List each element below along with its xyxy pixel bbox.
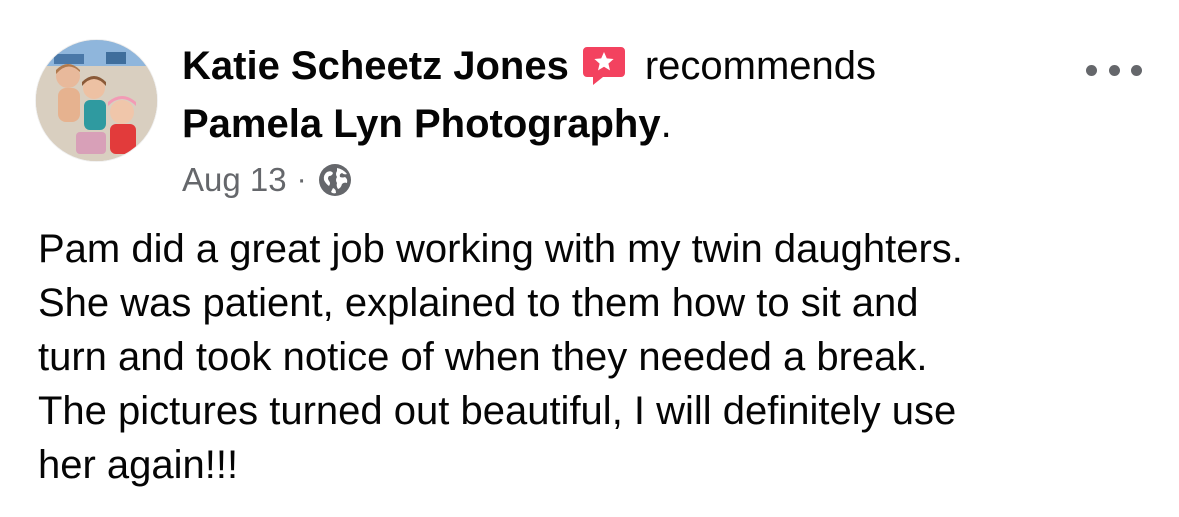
post-body-line: her again!!! bbox=[38, 443, 239, 487]
post-body-line: Pam did a great job working with my twin… bbox=[38, 227, 963, 271]
post-header: Katie Scheetz Jones recommends Pamela Ly… bbox=[182, 38, 1062, 202]
page-name-period: . bbox=[660, 102, 672, 146]
post-body: Pam did a great job working with my twin… bbox=[38, 222, 1158, 492]
star-speech-bubble-icon bbox=[581, 43, 627, 89]
header-line: Katie Scheetz Jones recommends bbox=[182, 38, 1062, 94]
globe-icon[interactable] bbox=[317, 162, 353, 198]
recommends-label: recommends bbox=[644, 44, 877, 88]
meta-separator: · bbox=[296, 163, 307, 196]
avatar[interactable] bbox=[36, 40, 157, 161]
author-name[interactable]: Katie Scheetz Jones bbox=[182, 38, 569, 94]
avatar-photo bbox=[36, 40, 157, 161]
post-body-line: She was patient, explained to them how t… bbox=[38, 281, 919, 325]
post-date[interactable]: Aug 13 bbox=[182, 161, 287, 199]
post-body-line: turn and took notice of when they needed… bbox=[38, 335, 928, 379]
more-options-icon[interactable] bbox=[1086, 56, 1142, 84]
page-line: Pamela Lyn Photography. bbox=[182, 94, 1062, 154]
page-name-link[interactable]: Pamela Lyn Photography bbox=[182, 102, 661, 146]
more-dot bbox=[1086, 64, 1097, 76]
post-body-line: The pictures turned out beautiful, I wil… bbox=[38, 389, 957, 433]
post-meta: Aug 13 · bbox=[182, 158, 1062, 202]
more-dot bbox=[1131, 64, 1142, 76]
review-post: Katie Scheetz Jones recommends Pamela Ly… bbox=[0, 0, 1179, 517]
more-dot bbox=[1108, 64, 1120, 76]
